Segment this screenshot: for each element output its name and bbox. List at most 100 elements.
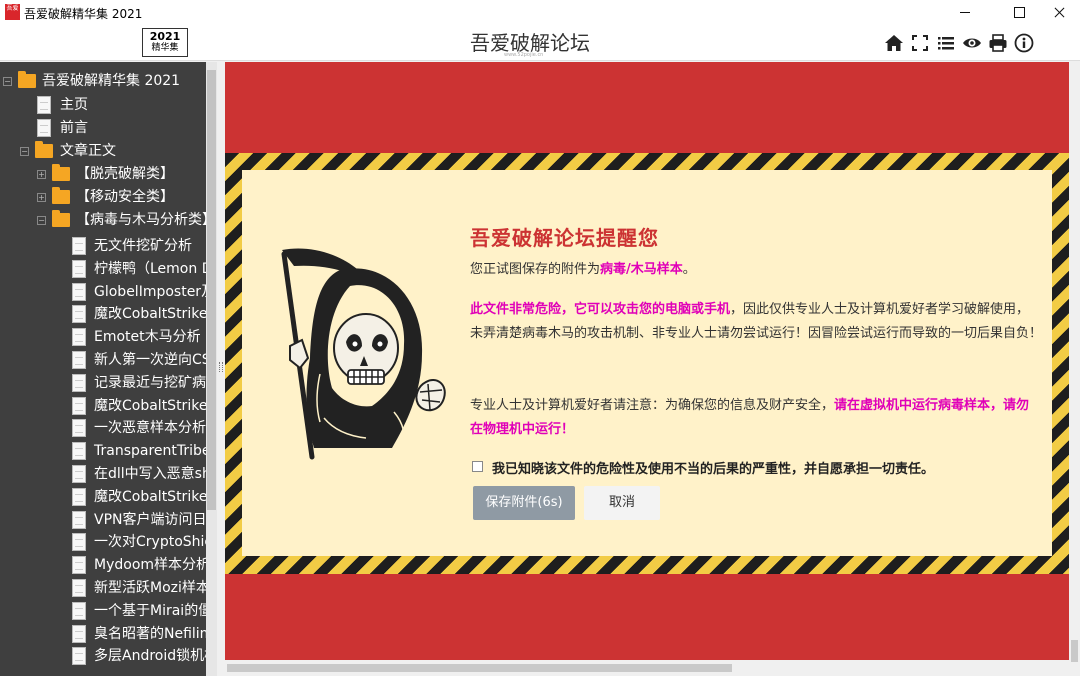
- document-icon: [72, 419, 86, 438]
- save-attachment-button[interactable]: 保存附件(6s): [473, 486, 575, 520]
- article-item[interactable]: 臭名昭著的Nefilim: [0, 623, 206, 645]
- article-title: Emotet木马分析: [94, 329, 201, 346]
- content-horizontal-scroll-thumb[interactable]: [227, 664, 732, 672]
- notice-paragraph-3: 专业人士及计算机爱好者请注意：为确保您的信息及财产安全，请在虚拟机中运行病毒样本…: [470, 394, 1042, 442]
- p1-highlight: 病毒/木马样本: [600, 262, 683, 277]
- folder-open-icon: [52, 210, 70, 227]
- tree-root[interactable]: − 吾爱破解精华集 2021: [0, 70, 206, 92]
- article-title: 一个基于Mirai的僵: [94, 602, 206, 619]
- notice-title: 吾爱破解论坛提醒您: [470, 226, 659, 250]
- article-item[interactable]: 多层Android锁机样: [0, 645, 206, 667]
- sidebar-scroll-thumb[interactable]: [207, 70, 216, 510]
- confirm-label[interactable]: 我已知晓该文件的危险性及使用不当的后果的严重性，并自愿承担一切责任。: [492, 458, 934, 477]
- home-icon[interactable]: [884, 33, 904, 53]
- list-icon[interactable]: [936, 33, 956, 53]
- document-icon: [72, 533, 86, 552]
- article-title: VPN客户端访问日志: [94, 511, 206, 528]
- article-title: 一次恶意样本分析: [94, 420, 206, 437]
- article-title: 新型活跃Mozi样本: [94, 580, 206, 596]
- article-item[interactable]: GlobelImposter及: [0, 281, 206, 303]
- collapse-icon[interactable]: −: [37, 216, 46, 225]
- content-vertical-scroll-thumb[interactable]: [1071, 640, 1078, 662]
- article-title: 新人第一次逆向CS: [94, 352, 206, 368]
- sidebar-item-label: 主页: [60, 97, 88, 113]
- sidebar-item-main-text[interactable]: − 文章正文: [0, 140, 206, 162]
- p2-highlight: 此文件非常危险，它可以攻击您的电脑或手机: [470, 302, 731, 317]
- app-icon: 吾爱: [5, 4, 20, 20]
- article-item[interactable]: 一次对CryptoShie: [0, 531, 206, 553]
- grim-reaper-illustration: [254, 242, 454, 462]
- sidebar-item-preface[interactable]: 前言: [0, 117, 206, 139]
- article-item[interactable]: 记录最近与挖矿病毒: [0, 372, 206, 394]
- collapse-icon[interactable]: −: [3, 77, 12, 86]
- document-icon: [72, 351, 86, 369]
- app-header: 2021 精华集 吾爱破解论坛 www.52pojie.cn: [0, 24, 1080, 61]
- sidebar-item-label: 【移动安全类】: [76, 189, 174, 205]
- confirm-checkbox[interactable]: [472, 461, 483, 472]
- article-item[interactable]: 在dll中写入恶意sh: [0, 463, 206, 485]
- sidebar-scrollbar[interactable]: [206, 62, 217, 676]
- document-icon: [72, 465, 86, 483]
- expand-icon[interactable]: +: [37, 193, 46, 202]
- article-title: 魔改CobaltStrike: [94, 306, 206, 323]
- sidebar-item-unpacking[interactable]: + 【脱壳破解类】: [0, 163, 206, 185]
- info-icon[interactable]: [1014, 33, 1034, 53]
- sidebar-item-mobile-security[interactable]: + 【移动安全类】: [0, 186, 206, 208]
- document-icon: [72, 328, 86, 347]
- article-item[interactable]: 魔改CobaltStrike: [0, 395, 206, 417]
- article-item[interactable]: Emotet木马分析: [0, 326, 206, 348]
- sidebar-item-home[interactable]: 主页: [0, 94, 206, 116]
- document-icon: [72, 259, 86, 278]
- article-item[interactable]: 新人第一次逆向CS: [0, 349, 206, 371]
- sidebar-item-label: 文章正文: [60, 143, 116, 159]
- close-button[interactable]: [1036, 0, 1080, 24]
- article-title: 魔改CobaltStrike: [94, 488, 206, 505]
- article-title: 魔改CobaltStrike: [94, 397, 206, 414]
- article-item[interactable]: 柠檬鸭（Lemon D: [0, 258, 206, 280]
- collapse-icon[interactable]: −: [20, 147, 29, 156]
- warning-notice: 吾爱破解论坛提醒您 您正试图保存的附件为病毒/木马样本。 此文件非常危险，它可以…: [242, 170, 1052, 556]
- article-item[interactable]: 无文件挖矿分析: [0, 235, 206, 257]
- article-item[interactable]: 一次恶意样本分析: [0, 417, 206, 439]
- window-title: 吾爱破解精华集 2021: [24, 7, 143, 21]
- document-icon: [72, 237, 86, 255]
- article-item[interactable]: 魔改CobaltStrike: [0, 486, 206, 508]
- folder-open-icon: [35, 141, 53, 158]
- minimize-button[interactable]: [942, 0, 988, 24]
- eye-icon[interactable]: [962, 33, 982, 53]
- cancel-button[interactable]: 取消: [584, 486, 660, 520]
- document-icon: [37, 119, 51, 137]
- pane-splitter[interactable]: [217, 62, 225, 676]
- document-icon: [72, 487, 86, 506]
- p3-text: 专业人士及计算机爱好者请注意：为确保您的信息及财产安全，: [470, 398, 835, 413]
- expand-icon[interactable]: +: [37, 170, 46, 179]
- logo-badge: 2021 精华集: [142, 28, 188, 57]
- hazard-stripe-frame: 吾爱破解论坛提醒您 您正试图保存的附件为病毒/木马样本。 此文件非常危险，它可以…: [225, 153, 1069, 574]
- sidebar-item-label: 【脱壳破解类】: [76, 166, 174, 182]
- document-icon: [72, 282, 86, 301]
- sidebar-item-malware-analysis[interactable]: − 【病毒与木马分析类】: [0, 209, 206, 231]
- content-horizontal-scrollbar[interactable]: [225, 660, 1069, 676]
- article-item[interactable]: VPN客户端访问日志: [0, 509, 206, 531]
- folder-icon: [52, 187, 70, 204]
- document-icon: [72, 396, 86, 415]
- article-title: 臭名昭著的Nefilim: [94, 625, 206, 642]
- content-vertical-scrollbar[interactable]: [1069, 62, 1080, 676]
- folder-open-icon: [18, 71, 36, 88]
- fullscreen-icon[interactable]: [910, 33, 930, 53]
- article-item[interactable]: 一个基于Mirai的僵: [0, 600, 206, 622]
- article-title: 柠檬鸭（Lemon D: [94, 260, 206, 277]
- article-title: GlobelImposter及: [94, 283, 206, 300]
- document-icon: [72, 305, 86, 324]
- p1-suffix: 。: [682, 262, 696, 277]
- print-icon[interactable]: [988, 33, 1008, 53]
- article-title: Mydoom样本分析: [94, 557, 206, 574]
- article-item[interactable]: 新型活跃Mozi样本: [0, 577, 206, 599]
- logo-subtitle: 精华集: [151, 43, 179, 53]
- article-item[interactable]: TransparentTribe: [0, 440, 206, 462]
- article-item[interactable]: 魔改CobaltStrike: [0, 303, 206, 325]
- article-title: 记录最近与挖矿病毒: [94, 374, 206, 391]
- confirm-row[interactable]: 我已知晓该文件的危险性及使用不当的后果的严重性，并自愿承担一切责任。: [472, 456, 1032, 478]
- article-item[interactable]: Mydoom样本分析: [0, 554, 206, 576]
- sidebar-item-label: 【病毒与木马分析类】: [76, 212, 206, 228]
